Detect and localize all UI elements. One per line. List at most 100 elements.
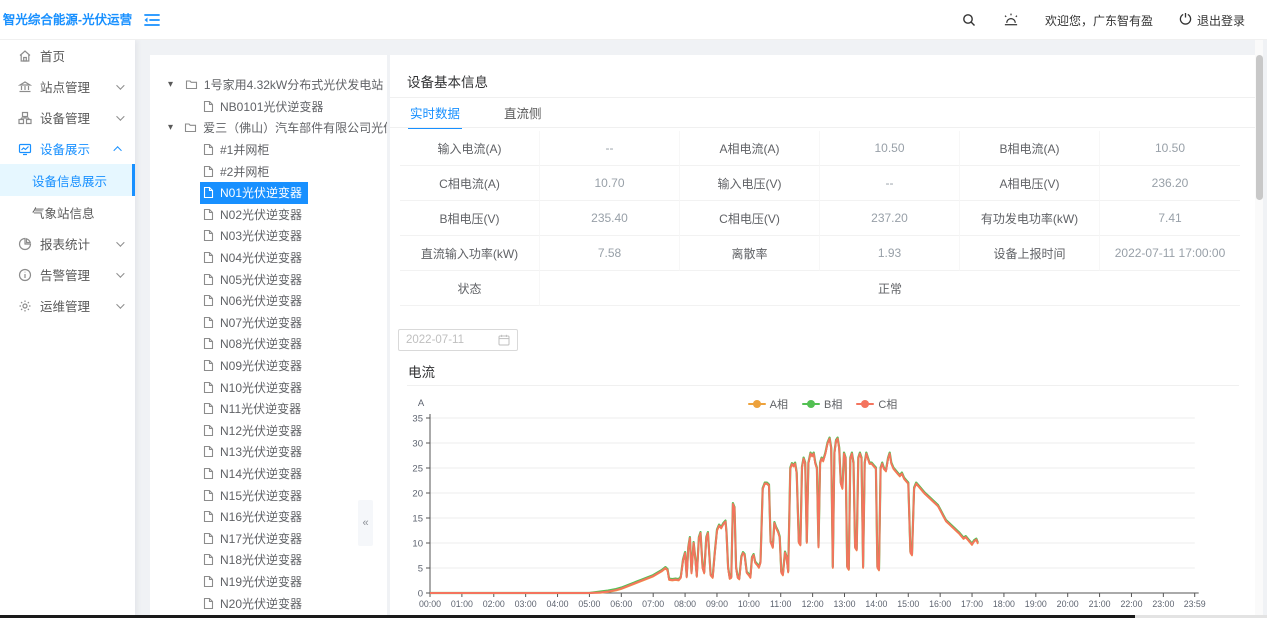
tree-device-node[interactable]: N15光伏逆变器 xyxy=(150,484,387,506)
info-value: 7.41 xyxy=(1100,201,1240,236)
tree-station-node[interactable]: ▾1号家用4.32kW分布式光伏发电站 xyxy=(150,74,387,96)
sidebar-item-info[interactable]: 告警管理 xyxy=(0,259,135,290)
folder-icon xyxy=(185,78,198,91)
tree-node-content: 爱三（佛山）汽车部件有限公司光伏发 xyxy=(181,117,387,139)
x-tick-label: 22:00 xyxy=(1120,599,1142,609)
caret-down-icon[interactable]: ▾ xyxy=(168,122,175,133)
tree-device-node[interactable]: #2并网柜 xyxy=(150,160,387,182)
alarm-icon[interactable] xyxy=(1003,12,1019,28)
chart-legend: A相 B相 C相 xyxy=(390,396,1255,412)
tree-device-node[interactable]: N17光伏逆变器 xyxy=(150,527,387,549)
tree-device-node[interactable]: N11光伏逆变器 xyxy=(150,398,387,420)
info-value: 235.40 xyxy=(540,201,680,236)
info-label: A相电压(V) xyxy=(960,166,1100,201)
tree-device-node[interactable]: N19光伏逆变器 xyxy=(150,571,387,593)
tree-device-node[interactable]: N18光伏逆变器 xyxy=(150,549,387,571)
info-value: 237.20 xyxy=(820,201,960,236)
tree-node-label: N06光伏逆变器 xyxy=(220,292,302,309)
sidebar-item-display[interactable]: 设备展示 xyxy=(0,133,135,164)
sidebar-item-gear[interactable]: 运维管理 xyxy=(0,290,135,321)
tree-device-node[interactable]: N14光伏逆变器 xyxy=(150,463,387,485)
sidebar-item-label: 设备管理 xyxy=(40,108,90,127)
legend-item-C相[interactable]: C相 xyxy=(856,396,897,412)
info-icon xyxy=(18,268,32,282)
tree-node-label: N09光伏逆变器 xyxy=(220,357,302,374)
info-value: 2022-07-11 17:00:00 xyxy=(1100,236,1240,271)
tab-inactive[interactable]: 直流侧 xyxy=(502,101,544,127)
folder-icon xyxy=(184,121,197,134)
file-icon xyxy=(203,532,214,545)
caret-down-icon[interactable]: ▾ xyxy=(168,79,176,90)
tree-device-node[interactable]: N08光伏逆变器 xyxy=(150,333,387,355)
info-value: 10.50 xyxy=(1100,131,1240,166)
tree-node-label: 爱三（佛山）汽车部件有限公司光伏发 xyxy=(203,119,387,136)
scrollbar-thumb[interactable] xyxy=(1256,55,1263,200)
tree-node-content: N02光伏逆变器 xyxy=(200,204,308,226)
file-icon xyxy=(203,165,214,178)
tree-collapse-handle[interactable]: « xyxy=(358,500,373,546)
tree-device-node[interactable]: N20光伏逆变器 xyxy=(150,592,387,614)
tree-device-node[interactable]: N04光伏逆变器 xyxy=(150,247,387,269)
file-icon xyxy=(203,359,214,372)
tree-node-content: N05光伏逆变器 xyxy=(200,268,308,290)
tree-node-label: N07光伏逆变器 xyxy=(220,314,302,331)
tree-device-node[interactable]: N03光伏逆变器 xyxy=(150,225,387,247)
tree-device-node[interactable]: N07光伏逆变器 xyxy=(150,312,387,334)
legend-item-A相[interactable]: A相 xyxy=(748,396,788,412)
x-tick-label: 18:00 xyxy=(993,599,1015,609)
tree-node-content: N08光伏逆变器 xyxy=(200,333,308,355)
tree-node-content: N17光伏逆变器 xyxy=(200,527,308,549)
info-label: 输入电压(V) xyxy=(680,166,820,201)
date-picker[interactable]: 2022-07-11 xyxy=(398,329,518,351)
tree-device-node[interactable]: N10光伏逆变器 xyxy=(150,376,387,398)
sidebar-subitem[interactable]: 设备信息展示 xyxy=(0,164,135,196)
app-root: 智光综合能源-光伏运营 xyxy=(0,0,1267,618)
x-tick-label: 10:00 xyxy=(738,599,760,609)
tree-node-label: N11光伏逆变器 xyxy=(220,400,301,417)
tree-device-node[interactable]: #1并网柜 xyxy=(150,139,387,161)
tree-device-node[interactable]: N12光伏逆变器 xyxy=(150,420,387,442)
sidebar-item-cluster[interactable]: 设备管理 xyxy=(0,102,135,133)
sidebar-subitem[interactable]: 气象站信息 xyxy=(0,196,135,228)
legend-marker xyxy=(748,400,766,408)
logout-button[interactable]: 退出登录 xyxy=(1179,12,1245,29)
tree-node-label: N20光伏逆变器 xyxy=(220,595,302,612)
tree-device-node[interactable]: N16光伏逆变器 xyxy=(150,506,387,528)
x-tick-label: 13:00 xyxy=(833,599,855,609)
tree-device-node[interactable]: N06光伏逆变器 xyxy=(150,290,387,312)
tree-device-node[interactable]: NB0101光伏逆变器 xyxy=(150,96,387,118)
legend-item-B相[interactable]: B相 xyxy=(802,396,842,412)
tree-device-node[interactable]: N02光伏逆变器 xyxy=(150,204,387,226)
info-label: 设备上报时间 xyxy=(960,236,1100,271)
tree-device-node[interactable]: N01光伏逆变器 xyxy=(150,182,387,204)
tree-station-node[interactable]: ▾ 爱三（佛山）汽车部件有限公司光伏发 xyxy=(150,117,387,139)
tree-node-content: N13光伏逆变器 xyxy=(200,441,308,463)
sidebar-item-bank[interactable]: 站点管理 xyxy=(0,71,135,102)
x-tick-label: 09:00 xyxy=(706,599,728,609)
tab-active[interactable]: 实时数据 xyxy=(408,101,462,127)
logout-label: 退出登录 xyxy=(1197,12,1245,29)
file-icon xyxy=(203,510,214,523)
tree-device-node[interactable]: N13光伏逆变器 xyxy=(150,441,387,463)
sidebar-subitem-label: 气象站信息 xyxy=(32,203,95,222)
tree-device-node[interactable]: N05光伏逆变器 xyxy=(150,268,387,290)
info-label: 输入电流(A) xyxy=(400,131,540,166)
sidebar-item-pie[interactable]: 报表统计 xyxy=(0,228,135,259)
x-tick-label: 15:00 xyxy=(897,599,919,609)
x-tick-label: 21:00 xyxy=(1089,599,1111,609)
sidebar-item-label: 站点管理 xyxy=(40,77,90,96)
panel-title: 设备基本信息 xyxy=(407,71,488,91)
info-label: 离散率 xyxy=(680,236,820,271)
legend-dot xyxy=(861,400,869,408)
file-icon xyxy=(203,208,214,221)
info-value: 236.20 xyxy=(1100,166,1240,201)
tree-node-content: N09光伏逆变器 xyxy=(200,355,308,377)
menu-fold-icon[interactable] xyxy=(142,10,162,30)
tree-device-node[interactable]: N09光伏逆变器 xyxy=(150,355,387,377)
info-label: B相电压(V) xyxy=(400,201,540,236)
search-icon[interactable] xyxy=(961,12,977,28)
home-icon xyxy=(18,49,32,63)
x-tick-label: 12:00 xyxy=(802,599,824,609)
file-icon xyxy=(203,424,214,437)
sidebar-item-home[interactable]: 首页 xyxy=(0,40,135,71)
